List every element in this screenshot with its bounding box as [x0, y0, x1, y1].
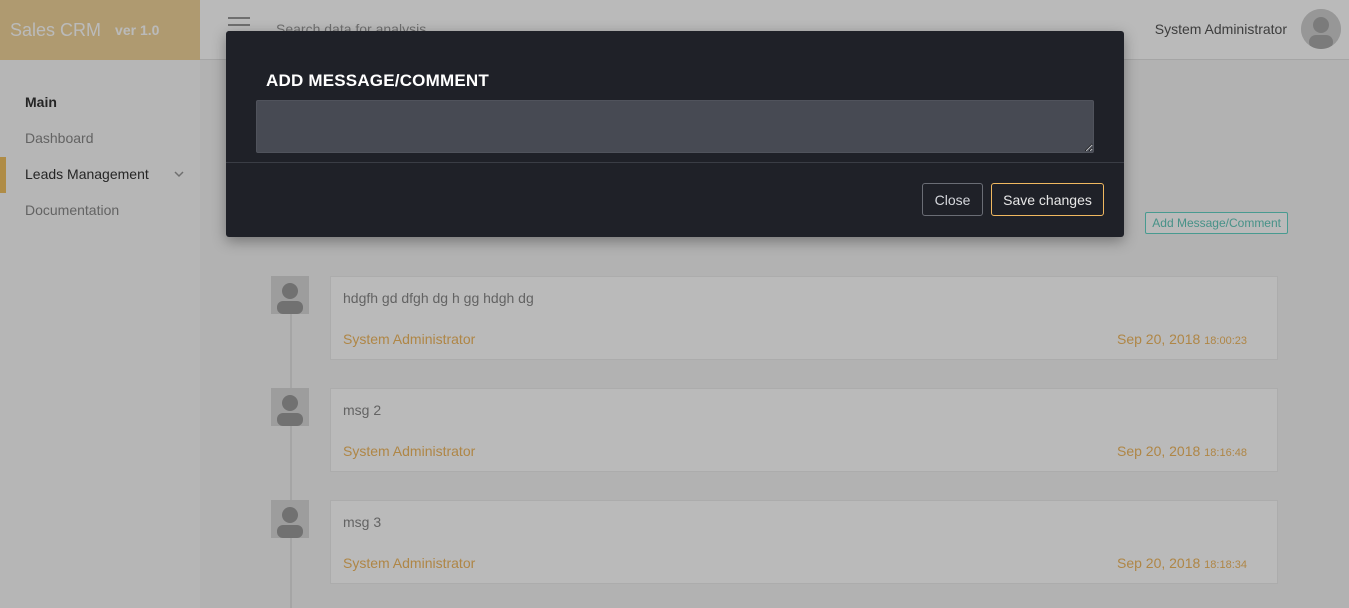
add-comment-modal: ADD MESSAGE/COMMENT Close Save changes [226, 31, 1124, 237]
modal-title: ADD MESSAGE/COMMENT [266, 71, 489, 90]
modal-divider [226, 162, 1124, 163]
close-button[interactable]: Close [922, 183, 983, 216]
comment-textarea[interactable] [256, 100, 1094, 153]
save-changes-button[interactable]: Save changes [991, 183, 1104, 216]
